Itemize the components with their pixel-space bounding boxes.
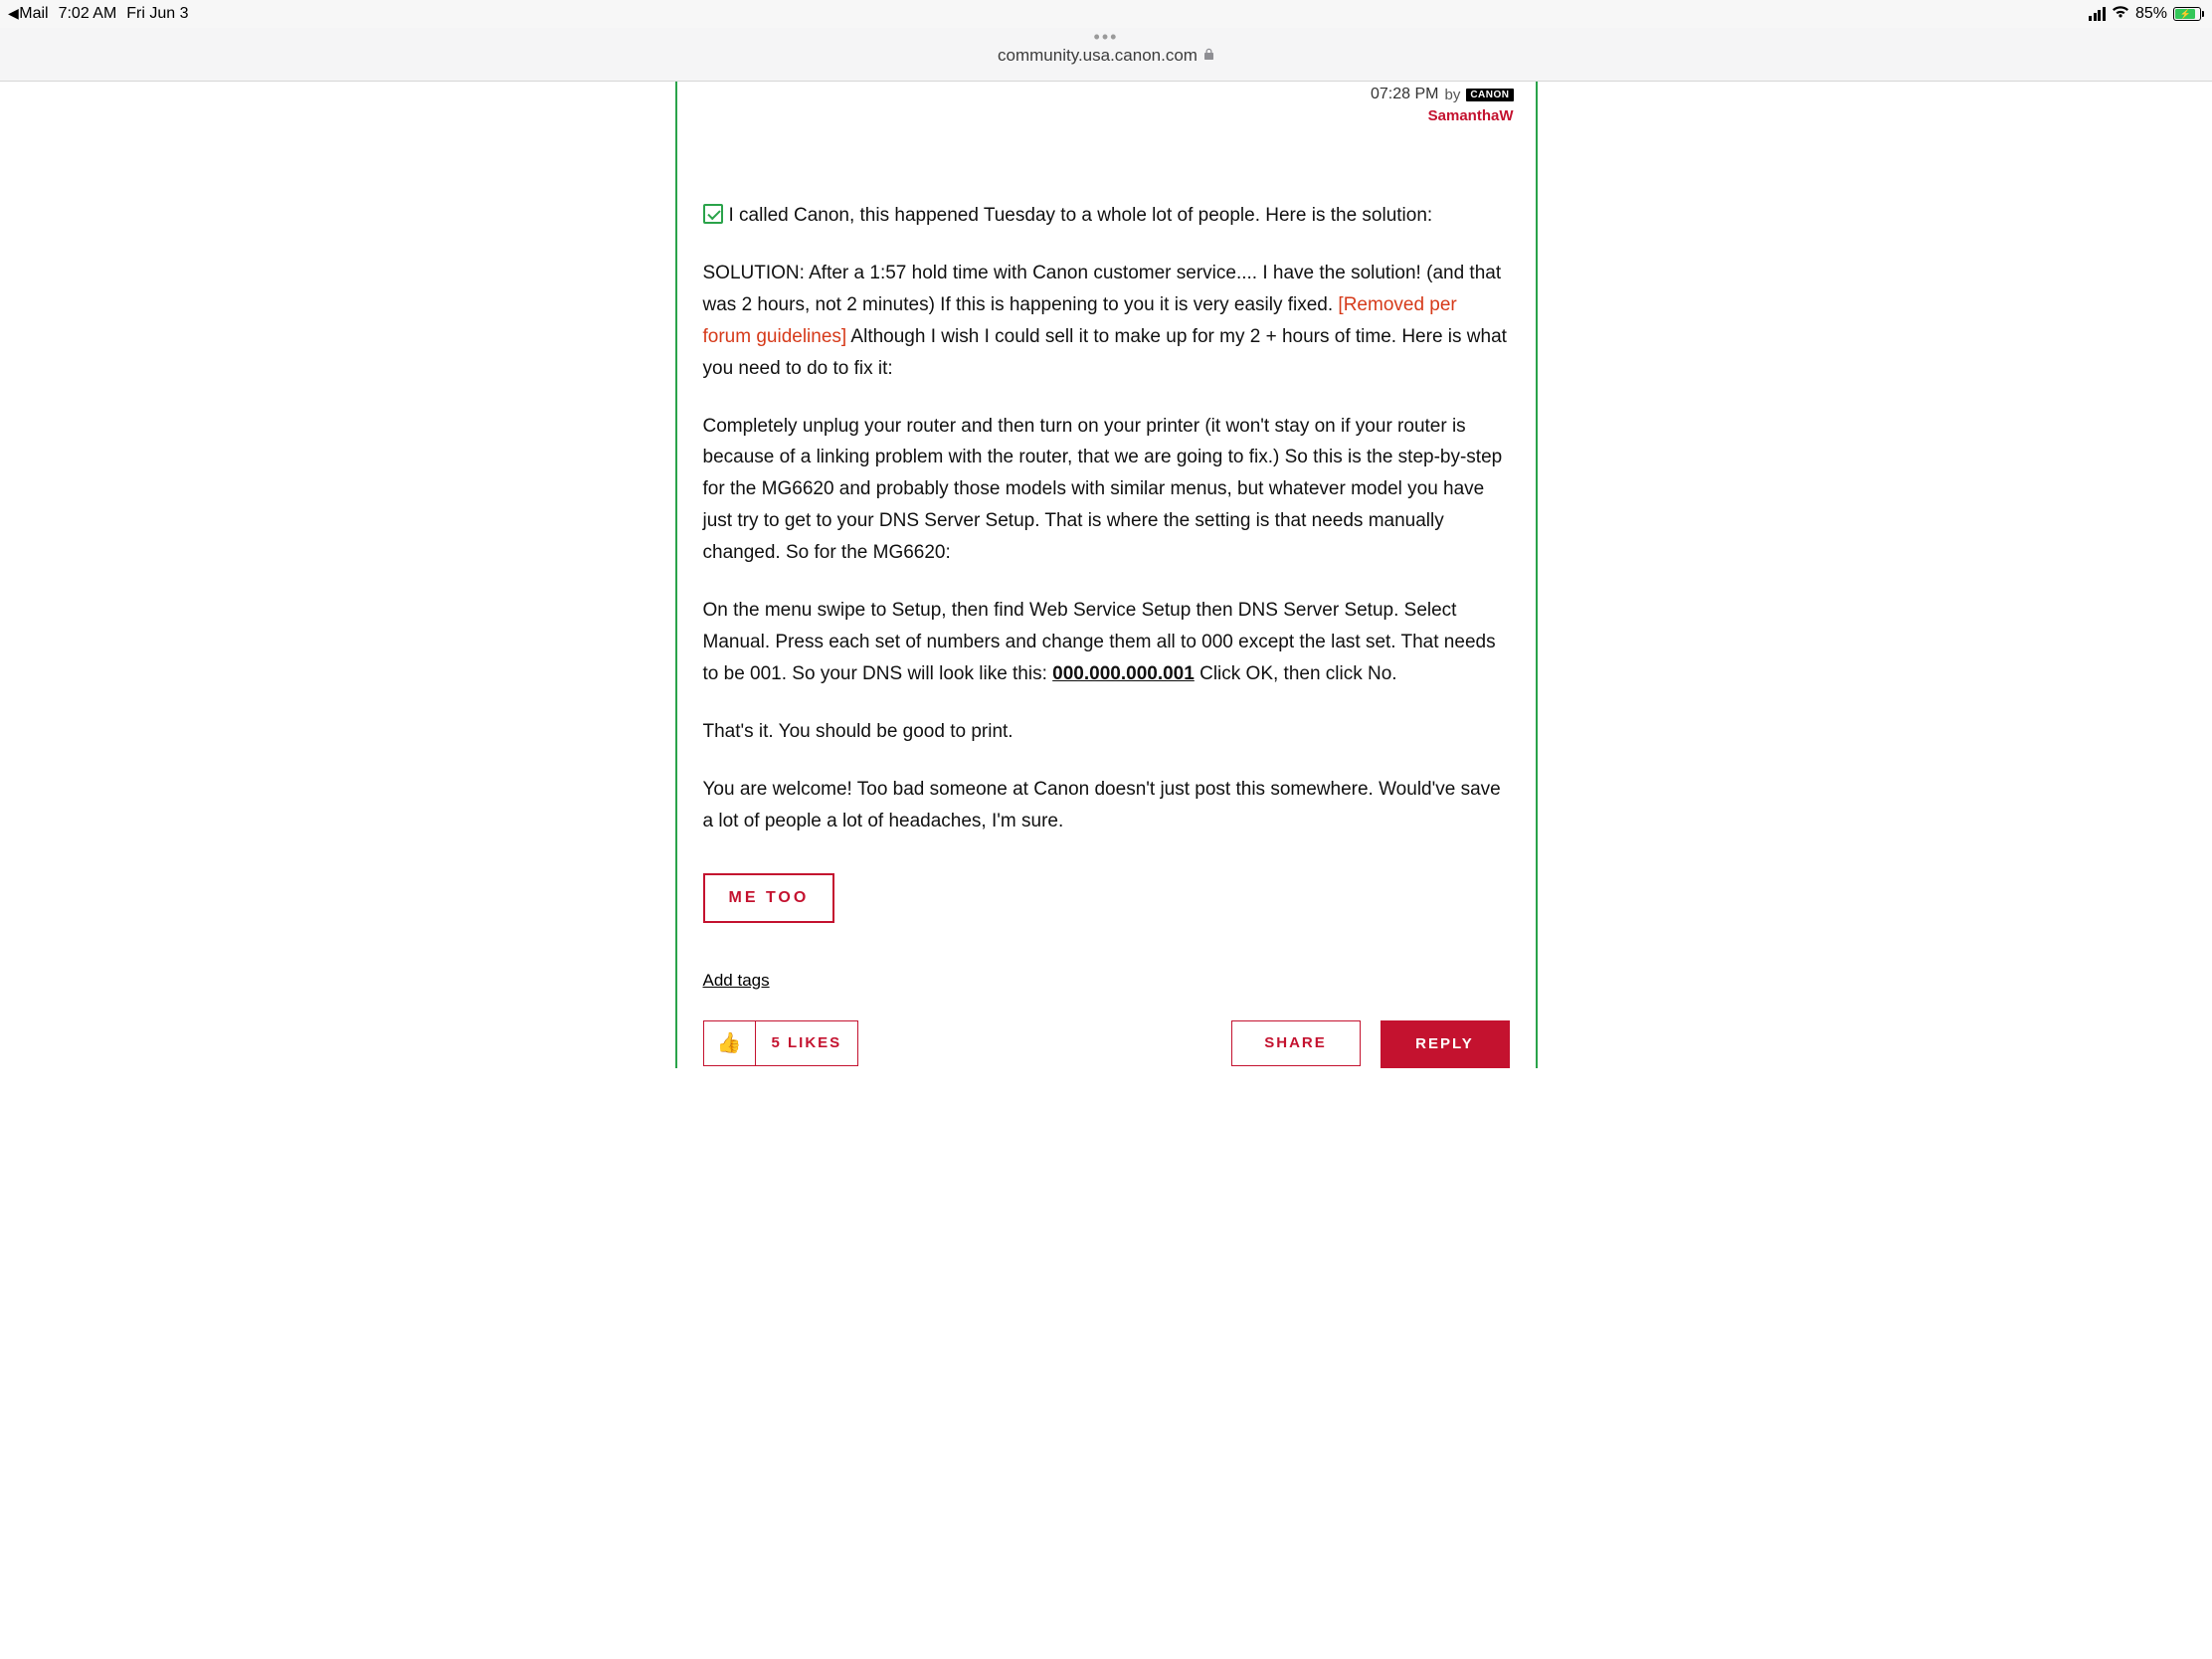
url-text: community.usa.canon.com <box>998 46 1214 66</box>
post-paragraph-4: That's it. You should be good to print. <box>703 716 1510 748</box>
battery-icon: ⚡ <box>2173 7 2204 21</box>
ios-status-bar: ◀ Mail 7:02 AM Fri Jun 3 85% ⚡ <box>0 0 2212 28</box>
post-paragraph-1: SOLUTION: After a 1:57 hold time with Ca… <box>703 258 1510 385</box>
page-content: 07:28 PM by CANON SamanthaW I called Can… <box>0 82 2212 1068</box>
post-time: 07:28 PM <box>1371 86 1438 103</box>
cell-signal-icon <box>2089 7 2106 21</box>
post-lead: I called Canon, this happened Tuesday to… <box>703 200 1510 232</box>
status-date: Fri Jun 3 <box>126 5 188 23</box>
post-paragraph-5: You are welcome! Too bad someone at Cano… <box>703 774 1510 837</box>
post-paragraph-3: On the menu swipe to Setup, then find We… <box>703 595 1510 690</box>
thumbs-up-icon[interactable]: 👍 <box>704 1021 756 1065</box>
status-right: 85% ⚡ <box>2089 5 2204 24</box>
solved-check-icon <box>703 204 723 224</box>
post-paragraph-2: Completely unplug your router and then t… <box>703 411 1510 570</box>
status-left: ◀ Mail 7:02 AM Fri Jun 3 <box>8 5 189 23</box>
post-meta: 07:28 PM by CANON <box>677 82 1536 103</box>
reply-button[interactable]: REPLY <box>1381 1020 1510 1068</box>
dns-value: 000.000.000.001 <box>1052 663 1195 684</box>
likes-count: 5 LIKES <box>756 1034 858 1051</box>
status-time: 7:02 AM <box>59 5 117 23</box>
back-to-app[interactable]: ◀ Mail <box>8 5 49 23</box>
meta-by: by <box>1444 87 1460 103</box>
likes-button[interactable]: 👍 5 LIKES <box>703 1020 859 1066</box>
post-body: I called Canon, this happened Tuesday to… <box>677 124 1536 837</box>
post-actions: 👍 5 LIKES SHARE REPLY <box>677 991 1536 1068</box>
brand-badge: CANON <box>1466 89 1513 101</box>
forum-post: 07:28 PM by CANON SamanthaW I called Can… <box>675 82 1538 1068</box>
share-button[interactable]: SHARE <box>1231 1020 1361 1066</box>
lock-icon <box>1203 48 1214 64</box>
browser-url-bar[interactable]: ••• community.usa.canon.com <box>0 28 2212 82</box>
page-settings-icon[interactable]: ••• <box>1094 32 1119 44</box>
me-too-button[interactable]: ME TOO <box>703 873 835 923</box>
battery-percent: 85% <box>2135 5 2167 23</box>
wifi-icon <box>2112 5 2129 24</box>
post-author[interactable]: SamanthaW <box>677 103 1536 124</box>
add-tags-link[interactable]: Add tags <box>703 971 770 991</box>
